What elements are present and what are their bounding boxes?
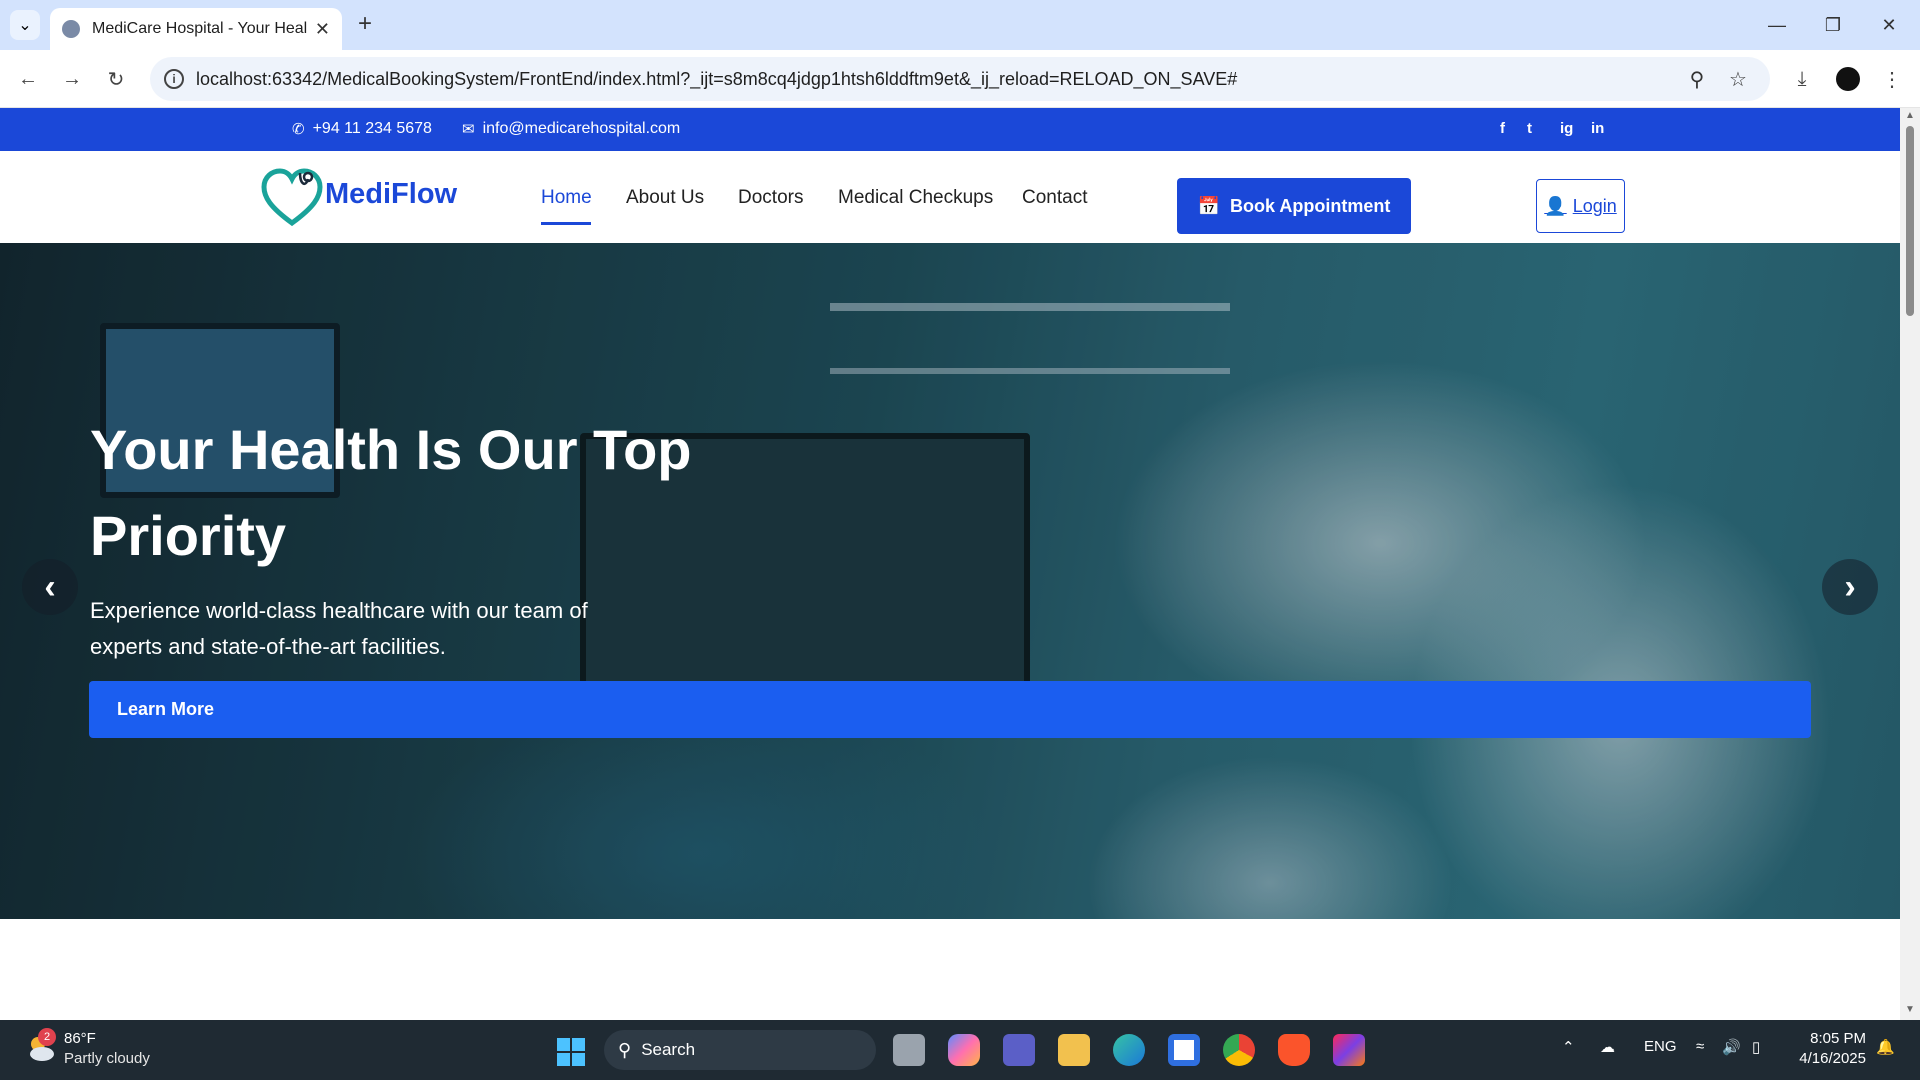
profile-avatar[interactable] (1832, 63, 1864, 95)
clock-time[interactable]: 8:05 PM (1790, 1030, 1866, 1047)
minimize-icon[interactable]: — (1762, 10, 1792, 40)
weather-notification-badge: 2 (38, 1028, 56, 1046)
scroll-up-icon[interactable]: ▲ (1904, 110, 1916, 122)
hero-title: Your Health Is Our Top Priority (90, 418, 692, 567)
contact-top-bar: ✆ +94 11 234 5678 ✉ info@medicarehospita… (0, 108, 1900, 151)
close-icon[interactable]: ✕ (315, 19, 330, 40)
chevron-left-icon: ‹ (44, 567, 56, 606)
battery-icon[interactable]: ▯ (1752, 1038, 1760, 1056)
nav-link-medical-checkups[interactable]: Medical Checkups (838, 187, 993, 209)
address-bar[interactable]: i localhost:63342/MedicalBookingSystem/F… (150, 57, 1770, 101)
heart-stethoscope-logo-icon[interactable] (260, 165, 324, 229)
nav-link-about-us[interactable]: About Us (626, 187, 704, 209)
nav-link-home[interactable]: Home (541, 187, 592, 209)
windows-taskbar: 2 86°F Partly cloudy ⚲ Search ⌃ ☁ ENG ≈ … (0, 1020, 1920, 1080)
hero-subtitle: Experience world-class healthcare with o… (90, 598, 588, 659)
book-appointment-label: Book Appointment (1230, 195, 1391, 216)
new-tab-button[interactable]: + (352, 12, 378, 38)
learn-more-button[interactable]: Learn More (89, 681, 1811, 738)
task-view-icon[interactable] (893, 1034, 925, 1066)
windows-start-icon[interactable] (557, 1038, 585, 1066)
edge-icon[interactable] (1113, 1034, 1145, 1066)
brave-icon[interactable] (1278, 1034, 1310, 1066)
page-scrollbar[interactable]: ▲ ▼ (1900, 108, 1920, 1020)
chevron-up-icon[interactable]: ⌃ (1562, 1038, 1575, 1056)
copilot-icon[interactable] (948, 1034, 980, 1066)
chrome-icon[interactable] (1223, 1034, 1255, 1066)
nav-link-doctors[interactable]: Doctors (738, 187, 803, 209)
bookmark-star-icon[interactable]: ☆ (1726, 67, 1750, 91)
envelope-icon: ✉ (462, 121, 475, 138)
chevron-right-icon: › (1844, 567, 1856, 606)
language-indicator[interactable]: ENG (1644, 1038, 1677, 1055)
scrollbar-thumb[interactable] (1906, 126, 1914, 316)
globe-icon (62, 20, 80, 38)
carousel-next-button[interactable]: › (1822, 559, 1878, 615)
phone-icon: ✆ (292, 121, 305, 138)
notification-bell-icon[interactable]: 🔔 (1876, 1038, 1895, 1056)
login-button[interactable]: 👤 Login (1536, 179, 1625, 233)
browser-tab[interactable]: MediCare Hospital - Your Healt ✕ (50, 8, 342, 50)
restore-icon[interactable]: ❐ (1818, 10, 1848, 40)
url-text: localhost:63342/MedicalBookingSystem/Fro… (196, 68, 1238, 89)
facebook-icon[interactable]: f (1500, 120, 1505, 137)
taskbar-search-label: Search (641, 1040, 696, 1059)
back-arrow-icon[interactable]: ← (12, 63, 44, 95)
main-navbar: MediFlow Home About Us Doctors Medical C… (0, 151, 1900, 243)
user-icon: 👤 (1544, 195, 1567, 216)
brand-name[interactable]: MediFlow (325, 178, 457, 211)
browser-toolbar: ← → ↻ i localhost:63342/MedicalBookingSy… (0, 50, 1920, 108)
onedrive-cloud-icon[interactable]: ☁ (1600, 1038, 1615, 1056)
weather-description[interactable]: Partly cloudy (64, 1050, 150, 1067)
microsoft-store-icon[interactable] (1168, 1034, 1200, 1066)
email-contact[interactable]: ✉ info@medicarehospital.com (462, 120, 680, 138)
hero-carousel: Your Health Is Our Top Priority Experien… (0, 243, 1900, 919)
close-window-icon[interactable]: ✕ (1874, 10, 1904, 40)
wifi-icon[interactable]: ≈ (1696, 1038, 1704, 1055)
phone-number: +94 11 234 5678 (312, 120, 432, 137)
email-address: info@medicarehospital.com (482, 120, 681, 137)
page-viewport: ✆ +94 11 234 5678 ✉ info@medicarehospita… (0, 108, 1900, 1020)
browser-tab-bar: ⌄ MediCare Hospital - Your Healt ✕ + — ❐… (0, 0, 1920, 50)
scroll-down-icon[interactable]: ▼ (1904, 1004, 1916, 1016)
learn-more-label: Learn More (117, 699, 215, 719)
download-icon[interactable]: ⤓ (1786, 63, 1818, 95)
volume-icon[interactable]: 🔊 (1722, 1038, 1741, 1056)
login-label: Login (1572, 195, 1617, 216)
site-info-icon[interactable]: i (164, 69, 184, 89)
carousel-prev-button[interactable]: ‹ (22, 559, 78, 615)
clock-date[interactable]: 4/16/2025 (1790, 1050, 1866, 1067)
phone-contact[interactable]: ✆ +94 11 234 5678 (292, 120, 432, 138)
zoom-icon[interactable]: ⚲ (1685, 67, 1709, 91)
search-icon: ⚲ (618, 1039, 632, 1060)
chevron-down-icon: ⌄ (18, 17, 32, 34)
teams-icon[interactable] (1003, 1034, 1035, 1066)
nav-link-contact[interactable]: Contact (1022, 187, 1087, 209)
weather-temperature[interactable]: 86°F (64, 1030, 96, 1047)
taskbar-search-box[interactable]: ⚲ Search (604, 1030, 876, 1070)
linkedin-icon[interactable]: in (1591, 120, 1604, 137)
book-appointment-button[interactable]: 📅 Book Appointment (1177, 178, 1411, 234)
intellij-icon[interactable] (1333, 1034, 1365, 1066)
reload-icon[interactable]: ↻ (100, 63, 132, 95)
forward-arrow-icon[interactable]: → (56, 63, 88, 95)
tab-title: MediCare Hospital - Your Healt (92, 20, 307, 37)
instagram-icon[interactable]: ig (1560, 120, 1573, 137)
calendar-icon: 📅 (1197, 195, 1221, 216)
more-menu-icon[interactable]: ⋮ (1876, 63, 1908, 95)
twitter-icon[interactable]: t (1527, 120, 1532, 137)
tab-search-menu-button[interactable]: ⌄ (10, 10, 40, 40)
active-nav-underline (541, 222, 591, 225)
file-explorer-icon[interactable] (1058, 1034, 1090, 1066)
hero-overlay (0, 243, 1900, 919)
